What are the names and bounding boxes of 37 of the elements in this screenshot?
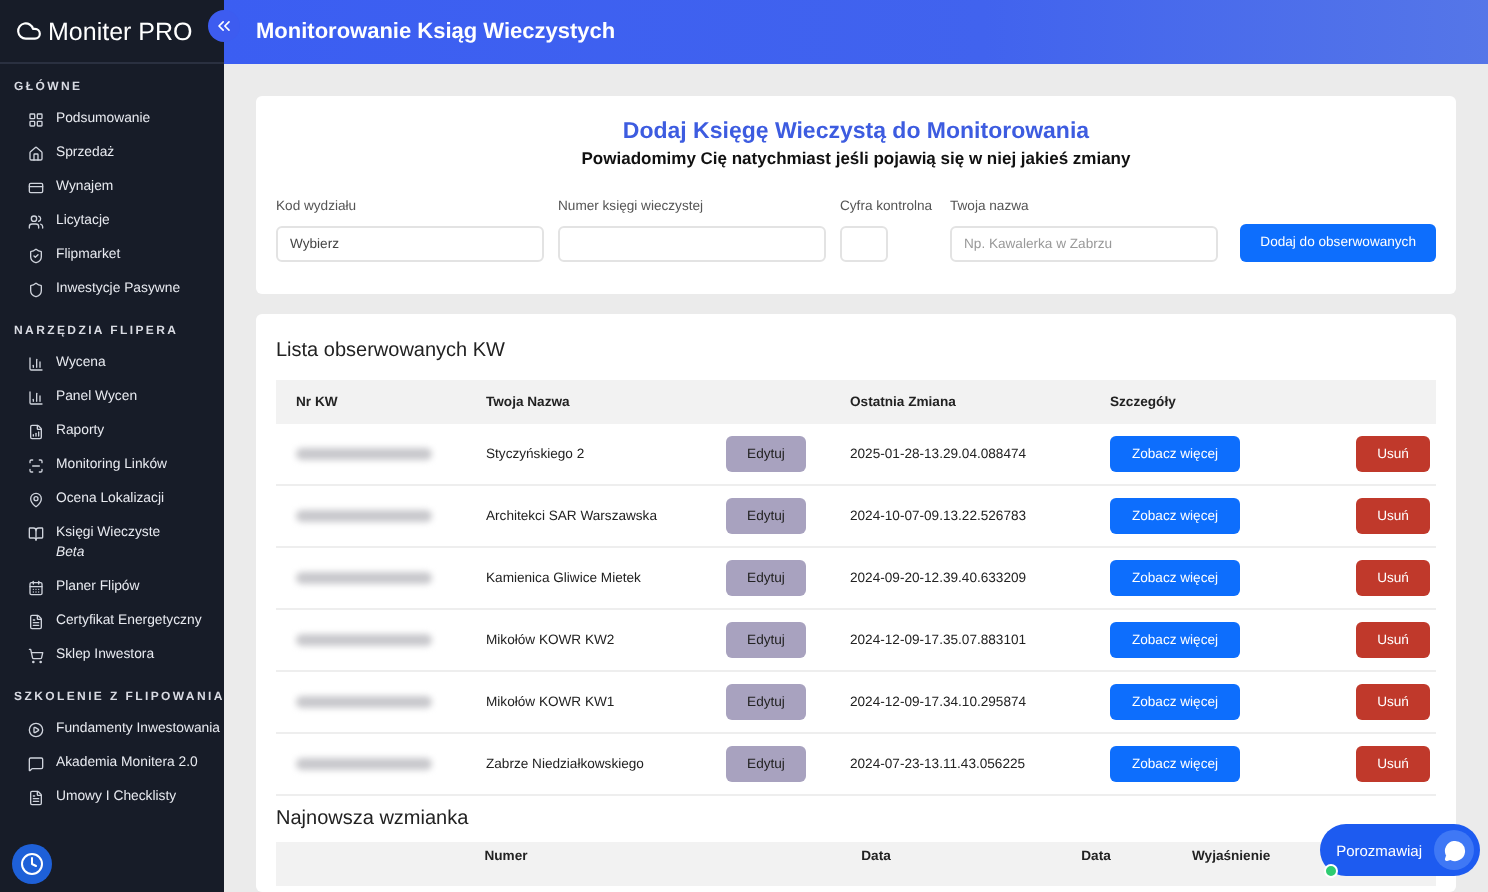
form-title: Dodaj Księgę Wieczystą do Monitorowania [620,120,1092,144]
menu-icon [28,390,44,406]
redacted-number [296,758,432,770]
brand-name: Moniter PRO [48,17,193,45]
input-field[interactable] [840,226,888,262]
menu-icon [28,458,44,474]
chat-icon [1443,839,1465,861]
menu-icon [28,722,44,738]
accessibility-button[interactable] [12,844,52,884]
section-heading: Lista obserwowanych KW [276,340,505,364]
chevrons-left-icon [214,16,234,36]
menu-icon [28,214,44,230]
menu-icon [28,648,44,664]
menu-icon [28,356,44,372]
redacted-number [296,696,432,708]
redacted-number [296,510,432,522]
menu-icon [28,180,44,196]
section-heading: Najnowsza wzmianka [276,808,469,832]
input-field[interactable] [558,226,826,262]
menu-icon [28,146,44,162]
logo-icon [16,18,42,44]
clock-icon [20,852,44,876]
redacted-number [296,634,432,646]
menu-icon [28,282,44,298]
page-title: Monitorowanie Ksiąg Wieczystych [256,20,616,44]
menu-icon [28,112,44,128]
menu-icon [28,580,44,596]
redacted-number [296,572,432,584]
menu-icon [28,424,44,440]
form-subtitle: Powiadomimy Cię natychmiast jeśli pojawią się w niej jakieś zmiany [579,148,1133,168]
redacted-number [296,448,432,460]
menu-icon [28,248,44,264]
menu-icon [28,756,44,772]
menu-icon [28,492,44,508]
menu-icon [28,526,44,542]
menu-icon [28,790,44,806]
menu-icon [28,614,44,630]
